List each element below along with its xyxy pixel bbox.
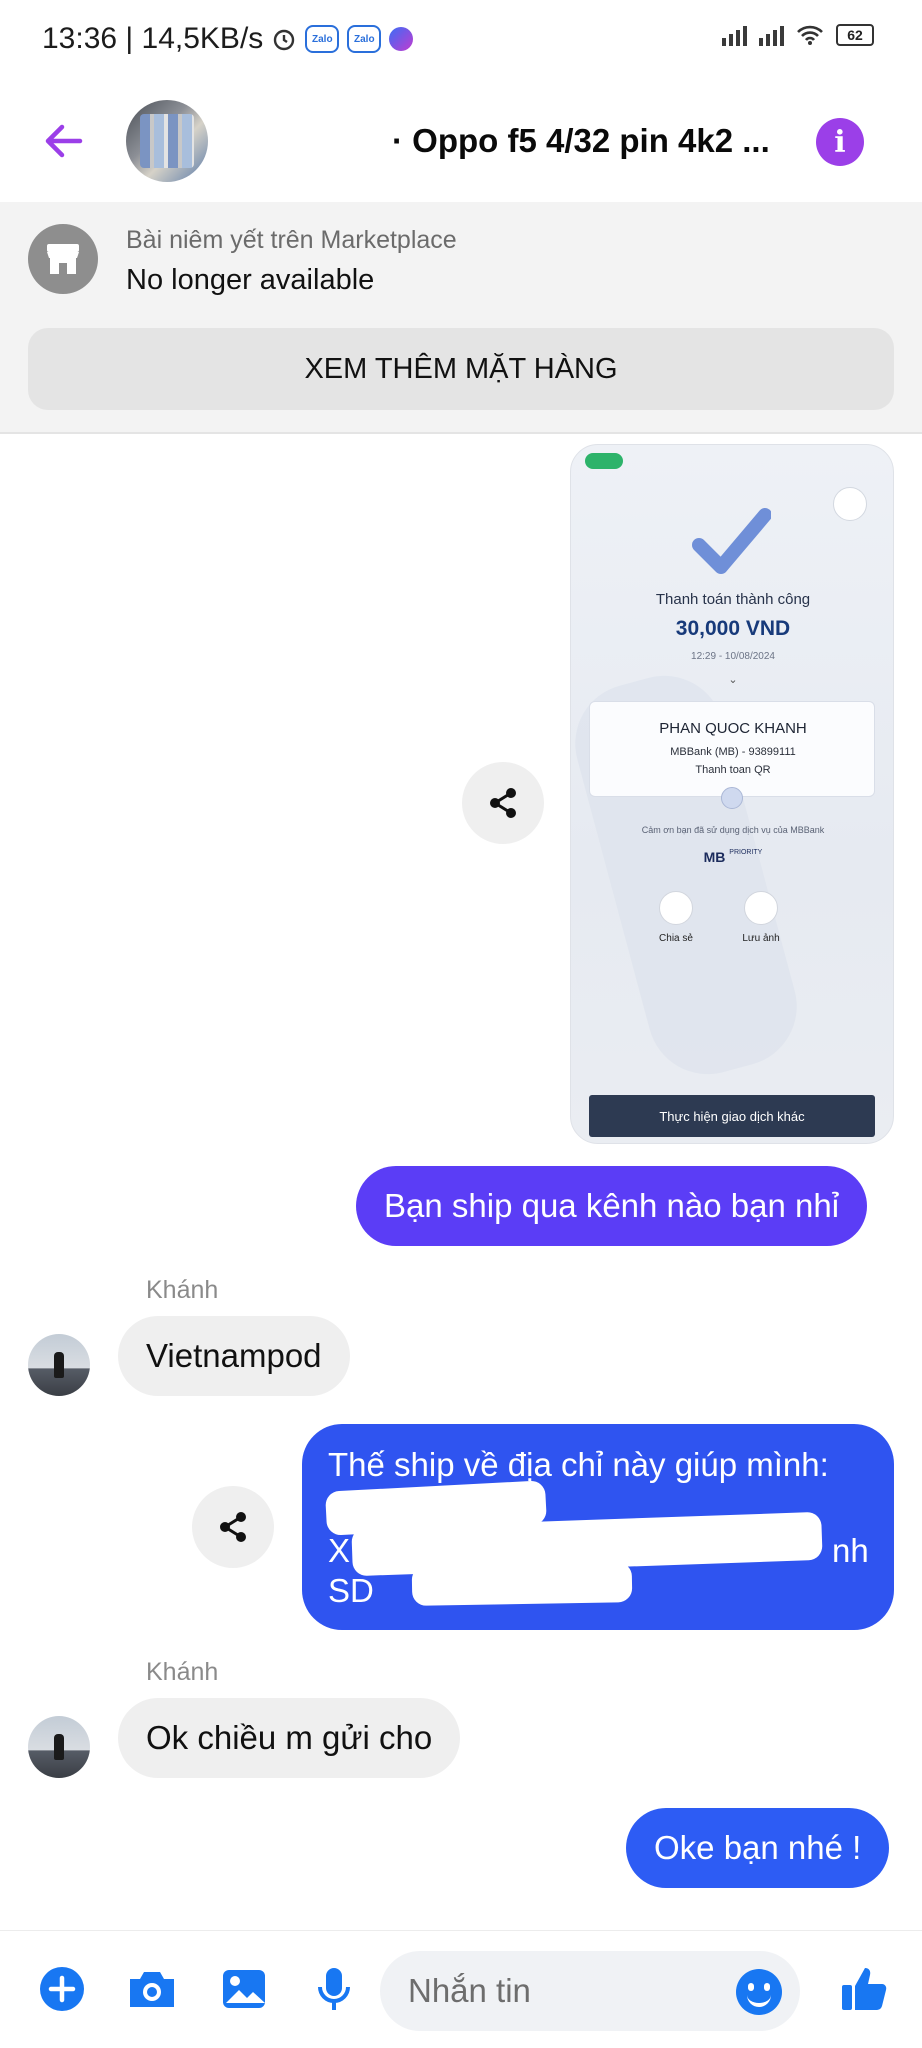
share-icon — [490, 788, 516, 818]
status-left: 13:36 | 14,5KB/s Zalo Zalo — [42, 22, 414, 56]
marketplace-label: Bài niêm yết trên Marketplace — [126, 226, 457, 254]
message-bubble-outgoing[interactable]: Oke bạn nhé ! — [626, 1808, 890, 1888]
share-button[interactable] — [462, 762, 544, 844]
image-icon — [223, 1970, 265, 2008]
sender-avatar[interactable] — [28, 1716, 90, 1778]
listing-avatar[interactable] — [126, 100, 208, 182]
status-bar: 13:36 | 14,5KB/s Zalo Zalo 62 — [0, 0, 922, 84]
signal-icon — [722, 24, 747, 46]
see-more-items-button[interactable]: XEM THÊM MẶT HÀNG — [28, 328, 894, 410]
thanks-text: Cảm ơn bạn đã sử dụng dịch vụ của MBBank — [641, 825, 825, 835]
camera-button[interactable] — [124, 1961, 180, 2017]
plus-icon — [40, 1967, 84, 2011]
recipient-name: PHAN QUOC KHANH — [659, 720, 807, 737]
message-composer — [0, 1930, 922, 2048]
payment-method: Thanh toan QR — [695, 764, 771, 776]
check-icon — [692, 508, 771, 574]
mb-logo: MB PRIORITY — [571, 849, 893, 865]
message-bubble-incoming[interactable]: Vietnampod — [118, 1316, 350, 1396]
message-text-fragment: nh — [832, 1532, 869, 1569]
back-button[interactable] — [36, 114, 90, 168]
info-icon: i — [834, 124, 846, 160]
redaction-mark — [411, 1562, 633, 1606]
microphone-icon — [318, 1968, 350, 2010]
zalo-icon: Zalo — [305, 25, 340, 53]
chat-header: · Oppo f5 4/32 pin 4k2 ... i — [0, 84, 922, 202]
battery-icon: 62 — [836, 24, 874, 46]
signal-icon — [759, 24, 784, 46]
sender-name: Khánh — [146, 1276, 219, 1304]
back-arrow-icon — [45, 124, 83, 158]
chevron-down-icon: ⌄ — [728, 674, 738, 686]
info-button[interactable]: i — [816, 118, 864, 166]
message-text: Ok chiều m gửi cho — [146, 1719, 433, 1756]
add-button[interactable] — [34, 1961, 90, 2017]
message-text-fragment: X — [328, 1532, 351, 1569]
voice-button[interactable] — [306, 1961, 362, 2017]
camera-icon — [744, 891, 778, 925]
messenger-icon — [389, 27, 414, 51]
message-text: Thế ship về địa chỉ này giúp mình: — [328, 1446, 829, 1483]
receipt-status-pill — [585, 453, 623, 469]
receipt-share-label: Chia sẻ — [659, 933, 693, 944]
sender-name: Khánh — [146, 1658, 219, 1686]
emoji-icon[interactable] — [736, 1969, 782, 2015]
marketplace-banner: Bài niêm yết trên Marketplace No longer … — [0, 202, 922, 434]
recipient-card: PHAN QUOC KHANH MBBank (MB) - 93899111 T… — [589, 701, 875, 797]
payment-receipt-image[interactable]: Thanh toán thành công 30,000 VND 12:29 -… — [570, 444, 894, 1144]
mb-priority-label: PRIORITY — [729, 849, 763, 856]
store-icon — [28, 224, 98, 294]
like-button[interactable] — [836, 1961, 892, 2017]
sender-avatar[interactable] — [28, 1334, 90, 1396]
payment-success-text: Thanh toán thành công — [655, 591, 811, 608]
share-icon — [659, 891, 693, 925]
message-text: Bạn ship qua kênh nào bạn nhỉ — [384, 1187, 840, 1224]
message-text: Vietnampod — [146, 1337, 322, 1374]
message-bubble-outgoing[interactable]: Bạn ship qua kênh nào bạn nhỉ — [356, 1166, 868, 1246]
message-text: Oke bạn nhé ! — [654, 1829, 862, 1866]
payment-amount: 30,000 VND — [675, 617, 791, 640]
home-icon — [833, 487, 867, 521]
alarm-icon — [271, 26, 297, 52]
share-button[interactable] — [192, 1486, 274, 1568]
recipient-bank: MBBank (MB) - 93899111 — [670, 746, 796, 758]
status-right: 62 — [722, 24, 874, 46]
message-bubble-outgoing[interactable]: Thế ship về địa chỉ này giúp mình: X nh … — [302, 1424, 894, 1630]
message-bubble-incoming[interactable]: Ok chiều m gửi cho — [118, 1698, 461, 1778]
listing-status: No longer available — [126, 264, 375, 296]
mb-logo-text: MB — [703, 849, 726, 865]
payment-datetime: 12:29 - 10/08/2024 — [691, 651, 775, 662]
gallery-button[interactable] — [216, 1961, 272, 2017]
other-transaction-button: Thực hiện giao dịch khác — [589, 1095, 875, 1137]
camera-icon — [130, 1972, 174, 2007]
wifi-icon — [796, 24, 824, 46]
receipt-save-action: Lưu ảnh — [726, 891, 796, 944]
expand-icon — [721, 787, 743, 809]
chat-title[interactable]: · Oppo f5 4/32 pin 4k2 ... — [392, 122, 770, 160]
share-icon — [220, 1512, 246, 1542]
message-text-fragment: SD — [328, 1572, 374, 1609]
zalo-icon: Zalo — [347, 25, 382, 53]
status-time-speed: 13:36 | 14,5KB/s — [42, 22, 264, 55]
receipt-save-label: Lưu ảnh — [742, 933, 780, 944]
receipt-share-action: Chia sẻ — [641, 891, 711, 944]
thumbs-up-icon — [842, 1968, 887, 2010]
